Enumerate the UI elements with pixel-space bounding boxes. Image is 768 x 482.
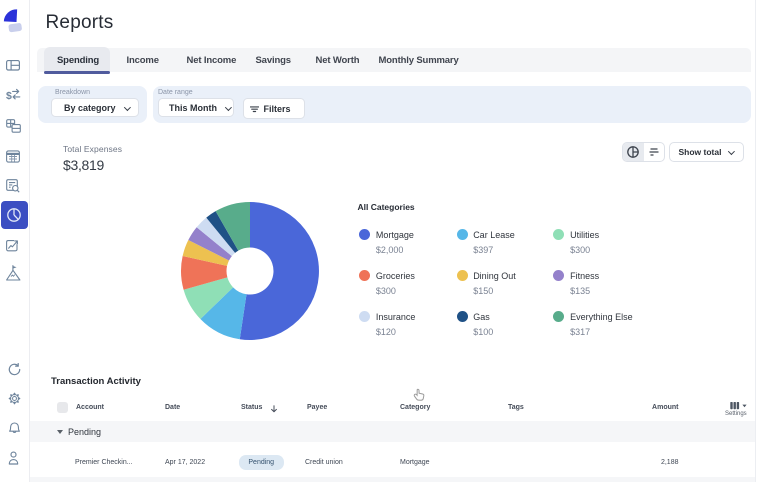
svg-text:$: $: [6, 90, 12, 102]
